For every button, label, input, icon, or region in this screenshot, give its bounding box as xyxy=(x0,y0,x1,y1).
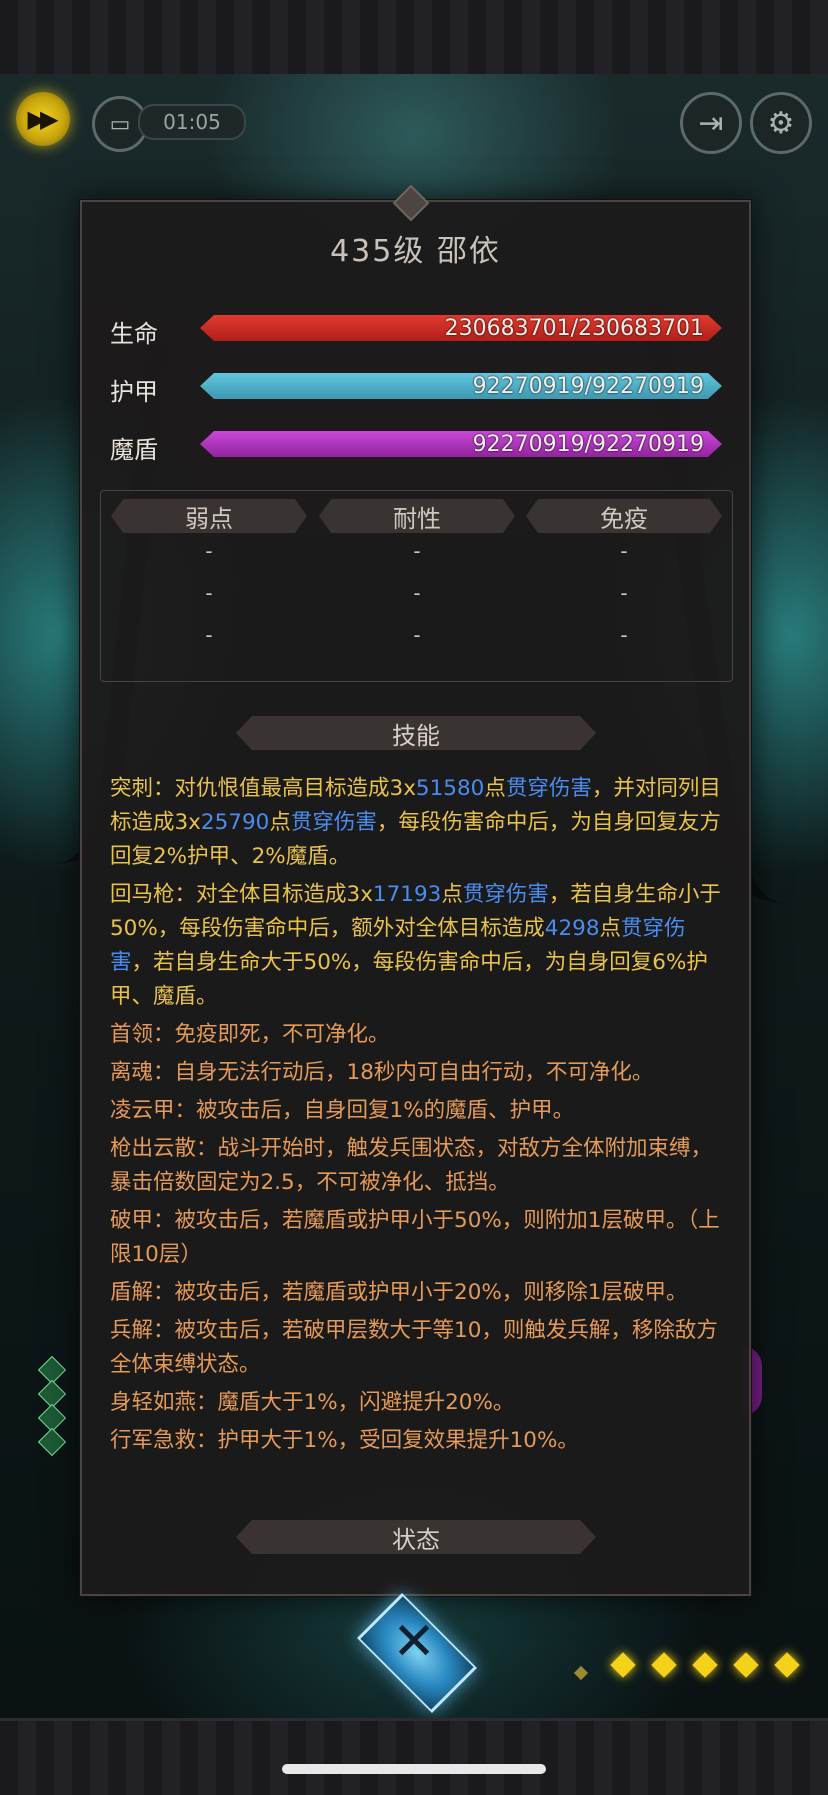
fast-forward-button[interactable]: ▶▶ xyxy=(16,92,70,146)
skill-highlight: 4298 xyxy=(544,916,600,941)
table-cell: - xyxy=(620,623,628,647)
weakness-header: 弱点 xyxy=(111,499,307,533)
skill-highlight: 贯穿伤害 xyxy=(290,810,377,835)
skill-highlight: 51580 xyxy=(415,776,485,801)
skill-name: 突刺： xyxy=(110,776,175,801)
exit-button[interactable]: ⇥ xyxy=(680,92,742,154)
fast-forward-icon: ▶▶ xyxy=(27,105,59,133)
hp-bar: 230683701/230683701 xyxy=(200,315,722,341)
skill-entry: 离魂：自身无法行动后，18秒内可自由行动，不可净化。 xyxy=(110,1056,722,1090)
skill-entry: 兵解：被攻击后，若破甲层数大于等10，则触发兵解，移除敌方全体束缚状态。 xyxy=(110,1314,722,1382)
table-cell: - xyxy=(413,581,421,605)
home-indicator[interactable] xyxy=(282,1764,546,1774)
skill-text: 被攻击后，若魔盾或护甲小于50%，则附加1层破甲。（上限10层） xyxy=(110,1208,720,1267)
skill-text: 对仇恨值最高目标造成3x xyxy=(174,776,416,801)
skill-entry: 凌云甲：被攻击后，自身回复1%的魔盾、护甲。 xyxy=(110,1094,722,1128)
skill-text: 对全体目标造成3x xyxy=(196,882,373,907)
skill-entry: 盾解：被攻击后，若魔盾或护甲小于20%，则移除1层破甲。 xyxy=(110,1276,722,1310)
skill-name: 破甲： xyxy=(110,1208,175,1233)
top-frame xyxy=(0,0,828,77)
exit-icon: ⇥ xyxy=(698,105,724,141)
gear-icon: ⚙ xyxy=(767,105,795,141)
skill-entry: 破甲：被攻击后，若魔盾或护甲小于50%，则附加1层破甲。（上限10层） xyxy=(110,1204,722,1272)
table-cell: - xyxy=(205,581,213,605)
table-cell: - xyxy=(620,581,628,605)
skills-list: 突刺：对仇恨值最高目标造成3x51580点贯穿伤害，并对同列目标造成3x2579… xyxy=(110,772,722,1462)
enemy-info-panel: 435级 邵依 生命 230683701/230683701 护甲 922709… xyxy=(80,184,751,1596)
magic-shield-bar: 92270919/92270919 xyxy=(200,431,722,457)
skill-text: 免疫即死，不可净化。 xyxy=(174,1022,390,1047)
skill-name: 首领： xyxy=(110,1022,175,1047)
skill-entry: 枪出云散：战斗开始时，触发兵围状态，对敌方全体附加束缚，暴击倍数固定为2.5，不… xyxy=(110,1132,722,1200)
status-header[interactable]: 状态 xyxy=(236,1520,596,1554)
skill-name: 离魂： xyxy=(110,1060,175,1085)
table-cell: - xyxy=(413,623,421,647)
skill-entry: 身轻如燕：魔盾大于1%，闪避提升20%。 xyxy=(110,1386,722,1420)
skill-entry: 行军急救：护甲大于1%，受回复效果提升10%。 xyxy=(110,1424,722,1458)
armor-label: 护甲 xyxy=(110,378,158,406)
table-cell: - xyxy=(205,623,213,647)
skill-text: 点 xyxy=(599,916,622,941)
skill-name: 枪出云散： xyxy=(110,1136,218,1161)
skill-text: 护甲大于1%，受回复效果提升10%。 xyxy=(217,1428,579,1453)
resistance-header: 耐性 xyxy=(319,499,515,533)
auto-battle-icon: ▭ xyxy=(109,111,131,137)
table-cell: - xyxy=(205,539,213,563)
skill-entry: 回马枪：对全体目标造成3x17193点贯穿伤害，若自身生命小于50%，每段伤害命… xyxy=(110,878,722,1014)
skill-text: 自身无法行动后，18秒内可自由行动，不可净化。 xyxy=(174,1060,654,1085)
skill-text: 被攻击后，自身回复1%的魔盾、护甲。 xyxy=(196,1098,575,1123)
table-cell: - xyxy=(413,539,421,563)
skill-text: 点 xyxy=(441,882,463,907)
skill-text: 点 xyxy=(484,776,506,801)
skill-name: 盾解： xyxy=(110,1280,175,1305)
skill-entry: 突刺：对仇恨值最高目标造成3x51580点贯穿伤害，并对同列目标造成3x2579… xyxy=(110,772,722,874)
crossed-swords-icon[interactable]: ✕ xyxy=(386,1612,442,1672)
settings-button[interactable]: ⚙ xyxy=(750,92,812,154)
skill-text: 魔盾大于1%，闪避提升20%。 xyxy=(217,1390,515,1415)
skill-name: 身轻如燕： xyxy=(110,1390,218,1415)
skill-highlight: 17193 xyxy=(372,882,442,907)
skill-text: 被攻击后，若破甲层数大于等10，则触发兵解，移除敌方全体束缚状态。 xyxy=(110,1318,718,1377)
table-cell: - xyxy=(620,539,628,563)
skill-name: 回马枪： xyxy=(110,882,197,907)
skill-entry: 首领：免疫即死，不可净化。 xyxy=(110,1018,722,1052)
skill-highlight: 贯穿伤害 xyxy=(462,882,549,907)
buff-icons-left xyxy=(37,1355,72,1457)
resistance-table: 弱点 耐性 免疫 - - - - - - - - - xyxy=(100,490,733,682)
skill-text: ，若自身生命大于50%，每段伤害命中后，为自身回复6%护甲、魔盾。 xyxy=(110,950,708,1009)
magic-shield-label: 魔盾 xyxy=(110,436,158,464)
skill-text: 点 xyxy=(269,810,291,835)
skill-highlight: 贯穿伤害 xyxy=(505,776,592,801)
skill-name: 凌云甲： xyxy=(110,1098,197,1123)
skill-name: 兵解： xyxy=(110,1318,175,1343)
armor-bar: 92270919/92270919 xyxy=(200,373,722,399)
buff-icon xyxy=(37,1427,67,1457)
skills-header: 技能 xyxy=(236,716,596,750)
skill-text: 被攻击后，若魔盾或护甲小于20%，则移除1层破甲。 xyxy=(174,1280,688,1305)
skill-name: 行军急救： xyxy=(110,1428,218,1453)
immunity-header: 免疫 xyxy=(526,499,722,533)
enemy-title: 435级 邵依 xyxy=(330,234,501,269)
bottom-frame xyxy=(0,1718,828,1795)
hp-label: 生命 xyxy=(110,320,158,348)
skill-highlight: 25790 xyxy=(200,810,270,835)
battle-timer: 01:05 xyxy=(138,104,246,140)
